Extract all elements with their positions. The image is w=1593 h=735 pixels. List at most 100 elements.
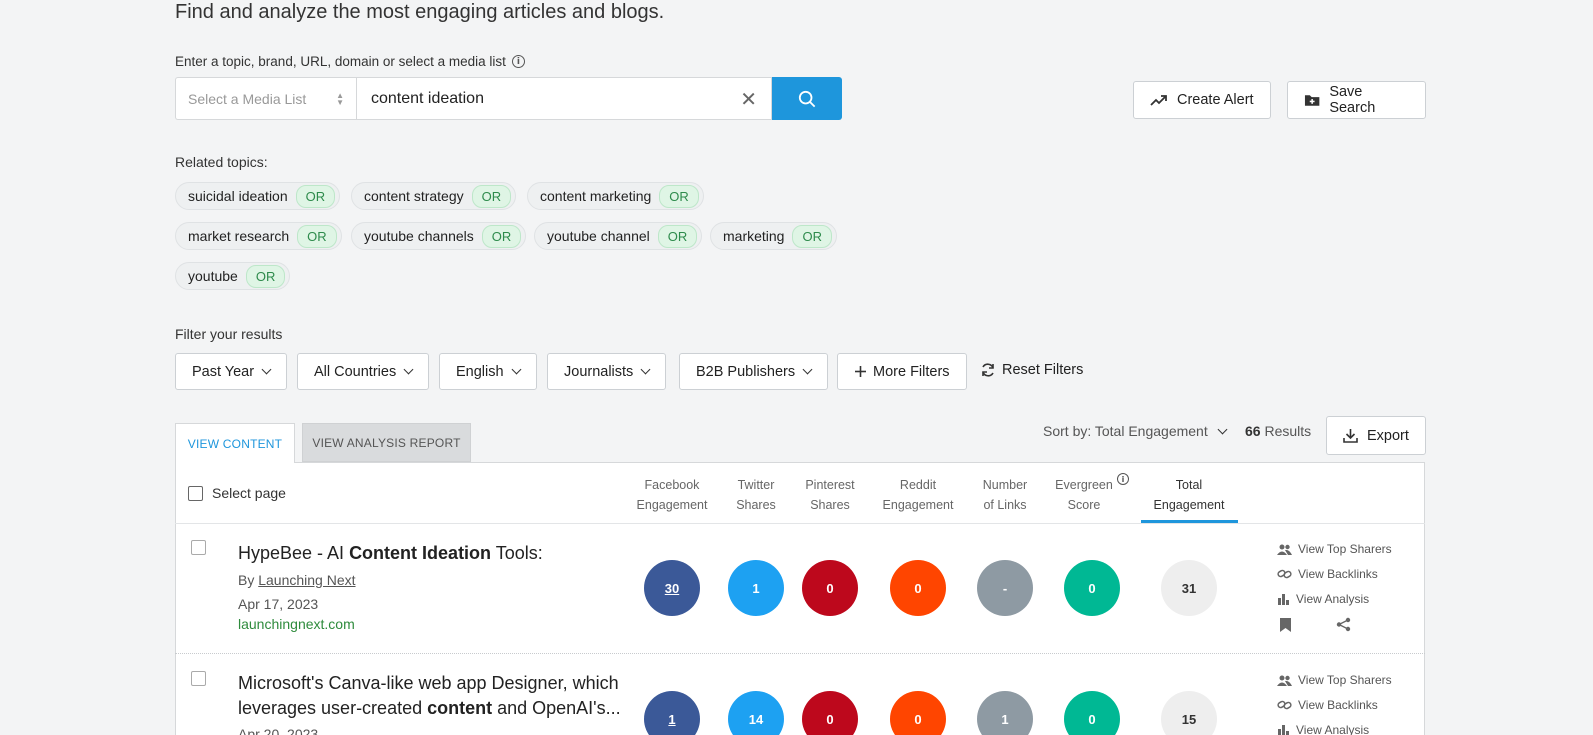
- select-page[interactable]: Select page: [188, 485, 286, 501]
- action-label: View Analysis: [1296, 592, 1370, 606]
- filter-label: Filter your results: [175, 326, 283, 342]
- metric-value: 15: [1181, 711, 1197, 727]
- export-label: Export: [1367, 427, 1409, 444]
- row-checkbox[interactable]: [191, 540, 206, 555]
- evergreen-info-icon[interactable]: i: [1117, 473, 1129, 485]
- metric-value: 0: [914, 580, 922, 596]
- article-domain-link[interactable]: launchingnext.com: [238, 616, 355, 632]
- or-button[interactable]: OR: [471, 184, 512, 208]
- topic-label: content marketing: [540, 188, 652, 204]
- col-evergreen-score[interactable]: Evergreen Score: [1055, 475, 1113, 515]
- article-date: Apr 20, 2023: [238, 726, 319, 735]
- article-date: Apr 17, 2023: [238, 596, 319, 612]
- save-search-button[interactable]: Save Search: [1287, 81, 1426, 119]
- search-button[interactable]: [772, 77, 842, 120]
- export-button[interactable]: Export: [1326, 416, 1426, 455]
- filter-label-text: Past Year: [192, 363, 255, 380]
- plus-icon: [855, 366, 866, 377]
- title-highlight: content: [427, 698, 493, 718]
- create-alert-button[interactable]: Create Alert: [1133, 81, 1271, 119]
- title-part: Tools:: [491, 543, 543, 563]
- or-button[interactable]: OR: [245, 264, 286, 288]
- related-topic-chip[interactable]: suicidal ideation OR: [175, 182, 341, 210]
- col-total-engagement[interactable]: Total Engagement: [1154, 475, 1225, 515]
- users-icon: [1277, 675, 1292, 686]
- filter-journalists-dropdown[interactable]: Journalists: [547, 353, 667, 390]
- view-analysis-link[interactable]: View Analysis: [1277, 723, 1369, 735]
- related-topic-chip[interactable]: market research OR: [175, 222, 342, 250]
- topic-label: market research: [188, 228, 290, 244]
- filter-language-dropdown[interactable]: English: [439, 353, 537, 390]
- tab-view-content[interactable]: VIEW CONTENT: [175, 423, 295, 463]
- row-divider: [175, 653, 1425, 654]
- col-line: Number: [982, 478, 1028, 492]
- related-topic-chip[interactable]: content marketing OR: [527, 182, 704, 210]
- action-label: View Top Sharers: [1298, 542, 1392, 556]
- select-page-checkbox[interactable]: [188, 485, 203, 501]
- action-label: View Analysis: [1296, 723, 1370, 735]
- select-page-label: Select page: [212, 485, 286, 501]
- results-number: 66: [1245, 423, 1261, 439]
- filter-country-dropdown[interactable]: All Countries: [297, 353, 430, 390]
- article-title[interactable]: HypeBee - AI Content Ideation Tools:: [238, 541, 543, 566]
- or-button[interactable]: OR: [295, 184, 336, 208]
- more-filters-button[interactable]: More Filters: [837, 353, 967, 390]
- bookmark-icon[interactable]: [1279, 617, 1292, 633]
- metric-value: 1: [668, 711, 676, 727]
- view-backlinks-link[interactable]: View Backlinks: [1277, 698, 1378, 712]
- clear-icon[interactable]: ✕: [740, 87, 757, 111]
- filter-publishers-dropdown[interactable]: B2B Publishers: [679, 353, 829, 390]
- view-analysis-link[interactable]: View Analysis: [1277, 592, 1369, 606]
- related-topic-chip[interactable]: content strategy OR: [351, 182, 517, 210]
- col-pinterest-shares[interactable]: Pinterest Shares: [805, 475, 854, 515]
- twitter-metric: 1: [728, 560, 784, 616]
- col-facebook-engagement[interactable]: Facebook Engagement: [637, 475, 708, 515]
- link-icon: [1277, 569, 1292, 579]
- trending-up-icon: [1150, 95, 1167, 106]
- or-button[interactable]: OR: [481, 224, 522, 248]
- chevron-down-icon: [403, 364, 414, 375]
- metric-value: 1: [1001, 711, 1009, 727]
- search-icon: [798, 90, 816, 107]
- related-topic-chip[interactable]: youtube channels OR: [351, 222, 527, 250]
- or-button[interactable]: OR: [297, 224, 337, 248]
- search-input[interactable]: content ideation ✕: [356, 77, 772, 120]
- more-filters-label: More Filters: [873, 363, 950, 380]
- row-checkbox[interactable]: [191, 671, 206, 686]
- reddit-metric: 0: [890, 560, 946, 616]
- view-top-sharers-link[interactable]: View Top Sharers: [1277, 542, 1392, 556]
- search-label-text: Enter a topic, brand, URL, domain or sel…: [175, 54, 506, 69]
- tab-view-analysis-report[interactable]: VIEW ANALYSIS REPORT: [302, 423, 471, 462]
- topic-label: suicidal ideation: [188, 188, 288, 204]
- col-reddit-engagement[interactable]: Reddit Engagement: [883, 475, 954, 515]
- col-twitter-shares[interactable]: Twitter Shares: [736, 475, 776, 515]
- view-top-sharers-link[interactable]: View Top Sharers: [1277, 673, 1392, 687]
- reset-filters-button[interactable]: Reset Filters: [980, 362, 1083, 378]
- select-arrows-icon: ▲ ▼: [336, 90, 344, 107]
- or-button[interactable]: OR: [792, 224, 832, 248]
- or-button[interactable]: OR: [659, 184, 699, 208]
- related-topic-chip[interactable]: marketing OR: [710, 222, 837, 250]
- related-topic-chip[interactable]: youtube channel OR: [534, 222, 703, 250]
- bar-chart-icon: [1278, 594, 1289, 605]
- topic-label: content strategy: [364, 188, 464, 204]
- filter-label-text: All Countries: [314, 363, 397, 380]
- related-topic-chip[interactable]: youtube OR: [175, 262, 291, 290]
- author-link[interactable]: Launching Next: [258, 572, 355, 588]
- facebook-metric[interactable]: 30: [644, 560, 700, 616]
- view-backlinks-link[interactable]: View Backlinks: [1277, 567, 1378, 581]
- col-number-of-links[interactable]: Number of Links: [983, 475, 1027, 515]
- col-line: Reddit: [899, 478, 937, 492]
- chevron-down-icon: [261, 364, 272, 375]
- filter-date-dropdown[interactable]: Past Year: [175, 353, 288, 390]
- results-count: 66 Results: [1245, 423, 1311, 439]
- or-button[interactable]: OR: [657, 224, 698, 248]
- info-icon[interactable]: i: [511, 55, 525, 68]
- article-title[interactable]: Microsoft's Canva-like web app Designer,…: [238, 671, 621, 721]
- download-icon: [1343, 429, 1358, 443]
- media-list-select[interactable]: Select a Media List ▲ ▼: [175, 77, 356, 120]
- sort-dropdown[interactable]: Sort by: Total Engagement: [1043, 423, 1228, 439]
- share-icon[interactable]: [1336, 617, 1351, 632]
- action-label: View Top Sharers: [1298, 673, 1392, 687]
- reset-filters-label: Reset Filters: [1002, 362, 1084, 378]
